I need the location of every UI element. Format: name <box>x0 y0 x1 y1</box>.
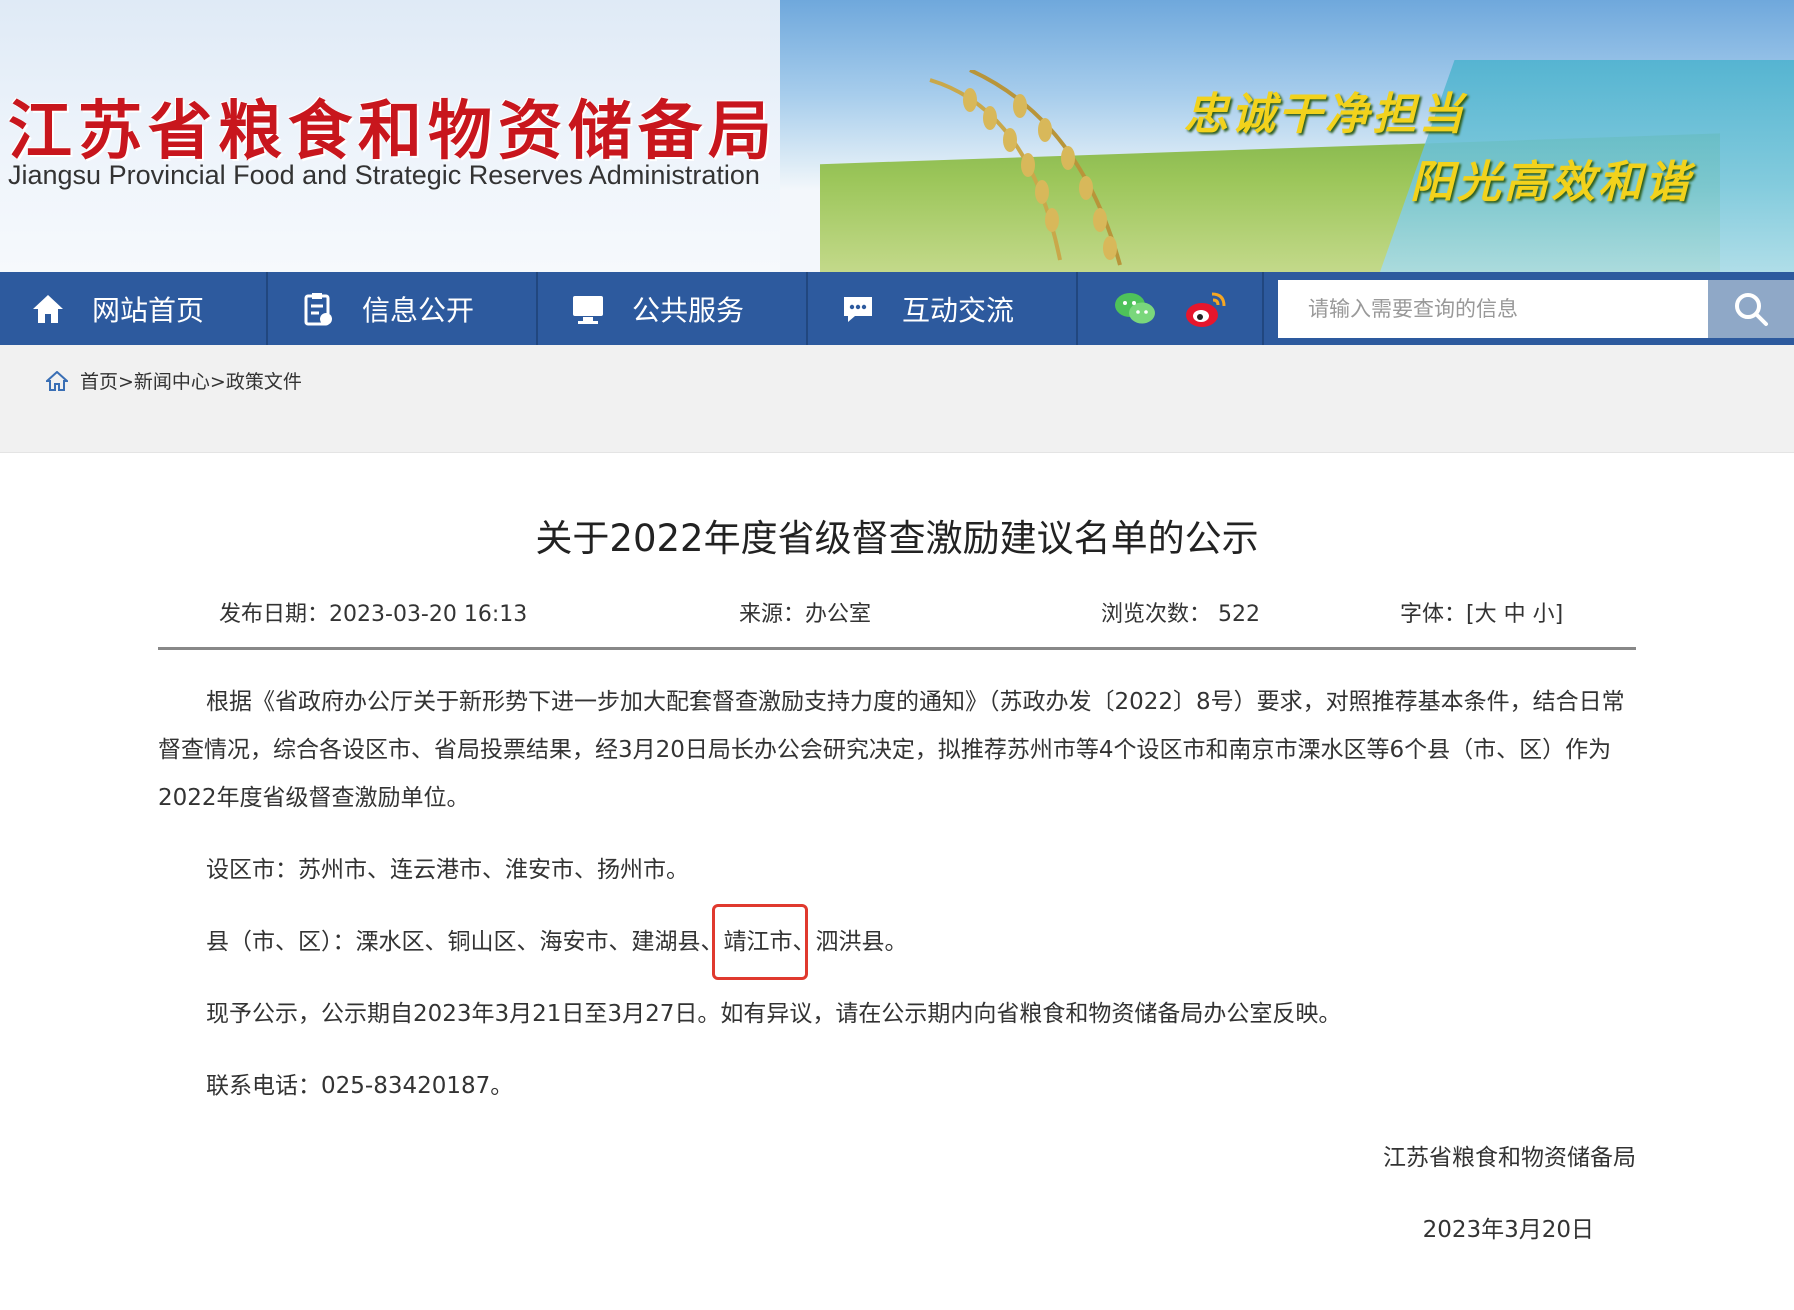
clipboard-icon <box>300 291 336 327</box>
counties-suffix: 、泗洪县。 <box>792 929 908 955</box>
nav-divider <box>1262 272 1264 345</box>
article-title: 关于2022年度省级督查激励建议名单的公示 <box>535 517 1259 560</box>
home-icon <box>46 370 68 391</box>
main-nav: 网站首页 信息公开 公共服务 互动交流 <box>0 272 1794 345</box>
font-size-large[interactable]: 大 <box>1475 602 1497 627</box>
nav-divider <box>806 272 808 345</box>
site-subtitle: Jiangsu Provincial Food and Strategic Re… <box>8 160 760 190</box>
view-count: 浏览次数： 522 <box>1101 596 1260 628</box>
nav-interaction[interactable]: 互动交流 <box>840 272 1014 345</box>
article-source: 来源：办公室 <box>739 596 871 628</box>
source-value: 办公室 <box>805 602 872 627</box>
font-size-control: 字体：[大 中 小] <box>1400 596 1563 628</box>
nav-info-disclosure[interactable]: 信息公开 <box>300 272 474 345</box>
rice-grain-icon <box>929 70 1122 266</box>
breadcrumb: 首页> 新闻中心> 政策文件 <box>46 367 302 394</box>
nav-public-service[interactable]: 公共服务 <box>570 272 744 345</box>
breadcrumb-current[interactable]: 政策文件 <box>226 367 302 394</box>
article-paragraph-1: 根据《省政府办公厅关于新形势下进一步加大配套督查激励支持力度的通知》（苏政办发〔… <box>158 689 1625 811</box>
nav-divider <box>1076 272 1078 345</box>
cities-line: 设区市：苏州市、连云港市、淮安市、扬州市。 <box>206 857 689 883</box>
nav-divider <box>536 272 538 345</box>
font-label-close: ] <box>1554 602 1564 627</box>
views-label: 浏览次数： <box>1101 602 1212 627</box>
search-input[interactable] <box>1278 280 1708 338</box>
breadcrumb-bar: 首页> 新闻中心> 政策文件 <box>0 345 1794 453</box>
search-box <box>1278 280 1708 338</box>
site-title: 江苏省粮食和物资储备局 <box>8 94 778 169</box>
weibo-icon <box>1186 292 1226 327</box>
nav-home-label: 网站首页 <box>92 293 205 327</box>
publish-date-value: 2023-03-20 16:13 <box>329 602 528 627</box>
title-divider <box>158 647 1636 650</box>
publish-date: 发布日期：2023-03-20 16:13 <box>219 596 527 628</box>
weibo-link[interactable] <box>1184 272 1228 345</box>
publish-date-label: 发布日期： <box>219 602 330 627</box>
highlight-box <box>711 904 808 980</box>
font-size-small[interactable]: 小 <box>1533 602 1555 627</box>
search-button[interactable] <box>1708 280 1794 338</box>
nav-interaction-label: 互动交流 <box>902 293 1015 327</box>
breadcrumb-home[interactable]: 首页> <box>80 367 134 394</box>
phone-line: 联系电话：025-83420187。 <box>206 1073 514 1099</box>
source-label: 来源： <box>739 602 806 627</box>
wechat-link[interactable] <box>1114 272 1156 345</box>
wechat-icon <box>1115 292 1155 323</box>
nav-home[interactable]: 网站首页 <box>30 272 204 345</box>
counties-prefix: 县（市、区）：溧水区、铜山区、海安市、建湖县、 <box>206 929 724 955</box>
slogan-1: 忠诚干净担当 <box>1184 89 1466 140</box>
highlighted-county: 靖江市 <box>711 904 808 980</box>
chat-icon <box>840 291 876 327</box>
site-banner: 江苏省粮食和物资储备局 Jiangsu Provincial Food and … <box>0 0 1794 272</box>
views-value: 522 <box>1218 602 1261 627</box>
font-size-medium[interactable]: 中 <box>1504 602 1526 627</box>
counties-line: 县（市、区）：溧水区、铜山区、海安市、建湖县、靖江市 、泗洪县。 <box>206 904 908 980</box>
sign-date: 2023年3月20日 <box>1422 1217 1594 1243</box>
slogan-2: 阳光高效和谐 <box>1410 157 1692 208</box>
nav-info-label: 信息公开 <box>362 293 475 327</box>
home-icon <box>30 291 66 327</box>
notice-line: 现予公示，公示期自2023年3月21日至3月27日。如有异议，请在公示期内向省粮… <box>206 1001 1342 1027</box>
font-label: 字体：[ <box>1400 602 1475 627</box>
nav-divider <box>266 272 268 345</box>
search-icon <box>1735 293 1768 326</box>
signature: 江苏省粮食和物资储备局 <box>1383 1145 1636 1171</box>
nav-service-label: 公共服务 <box>632 293 745 327</box>
breadcrumb-news[interactable]: 新闻中心> <box>134 367 226 394</box>
monitor-icon <box>570 291 606 327</box>
